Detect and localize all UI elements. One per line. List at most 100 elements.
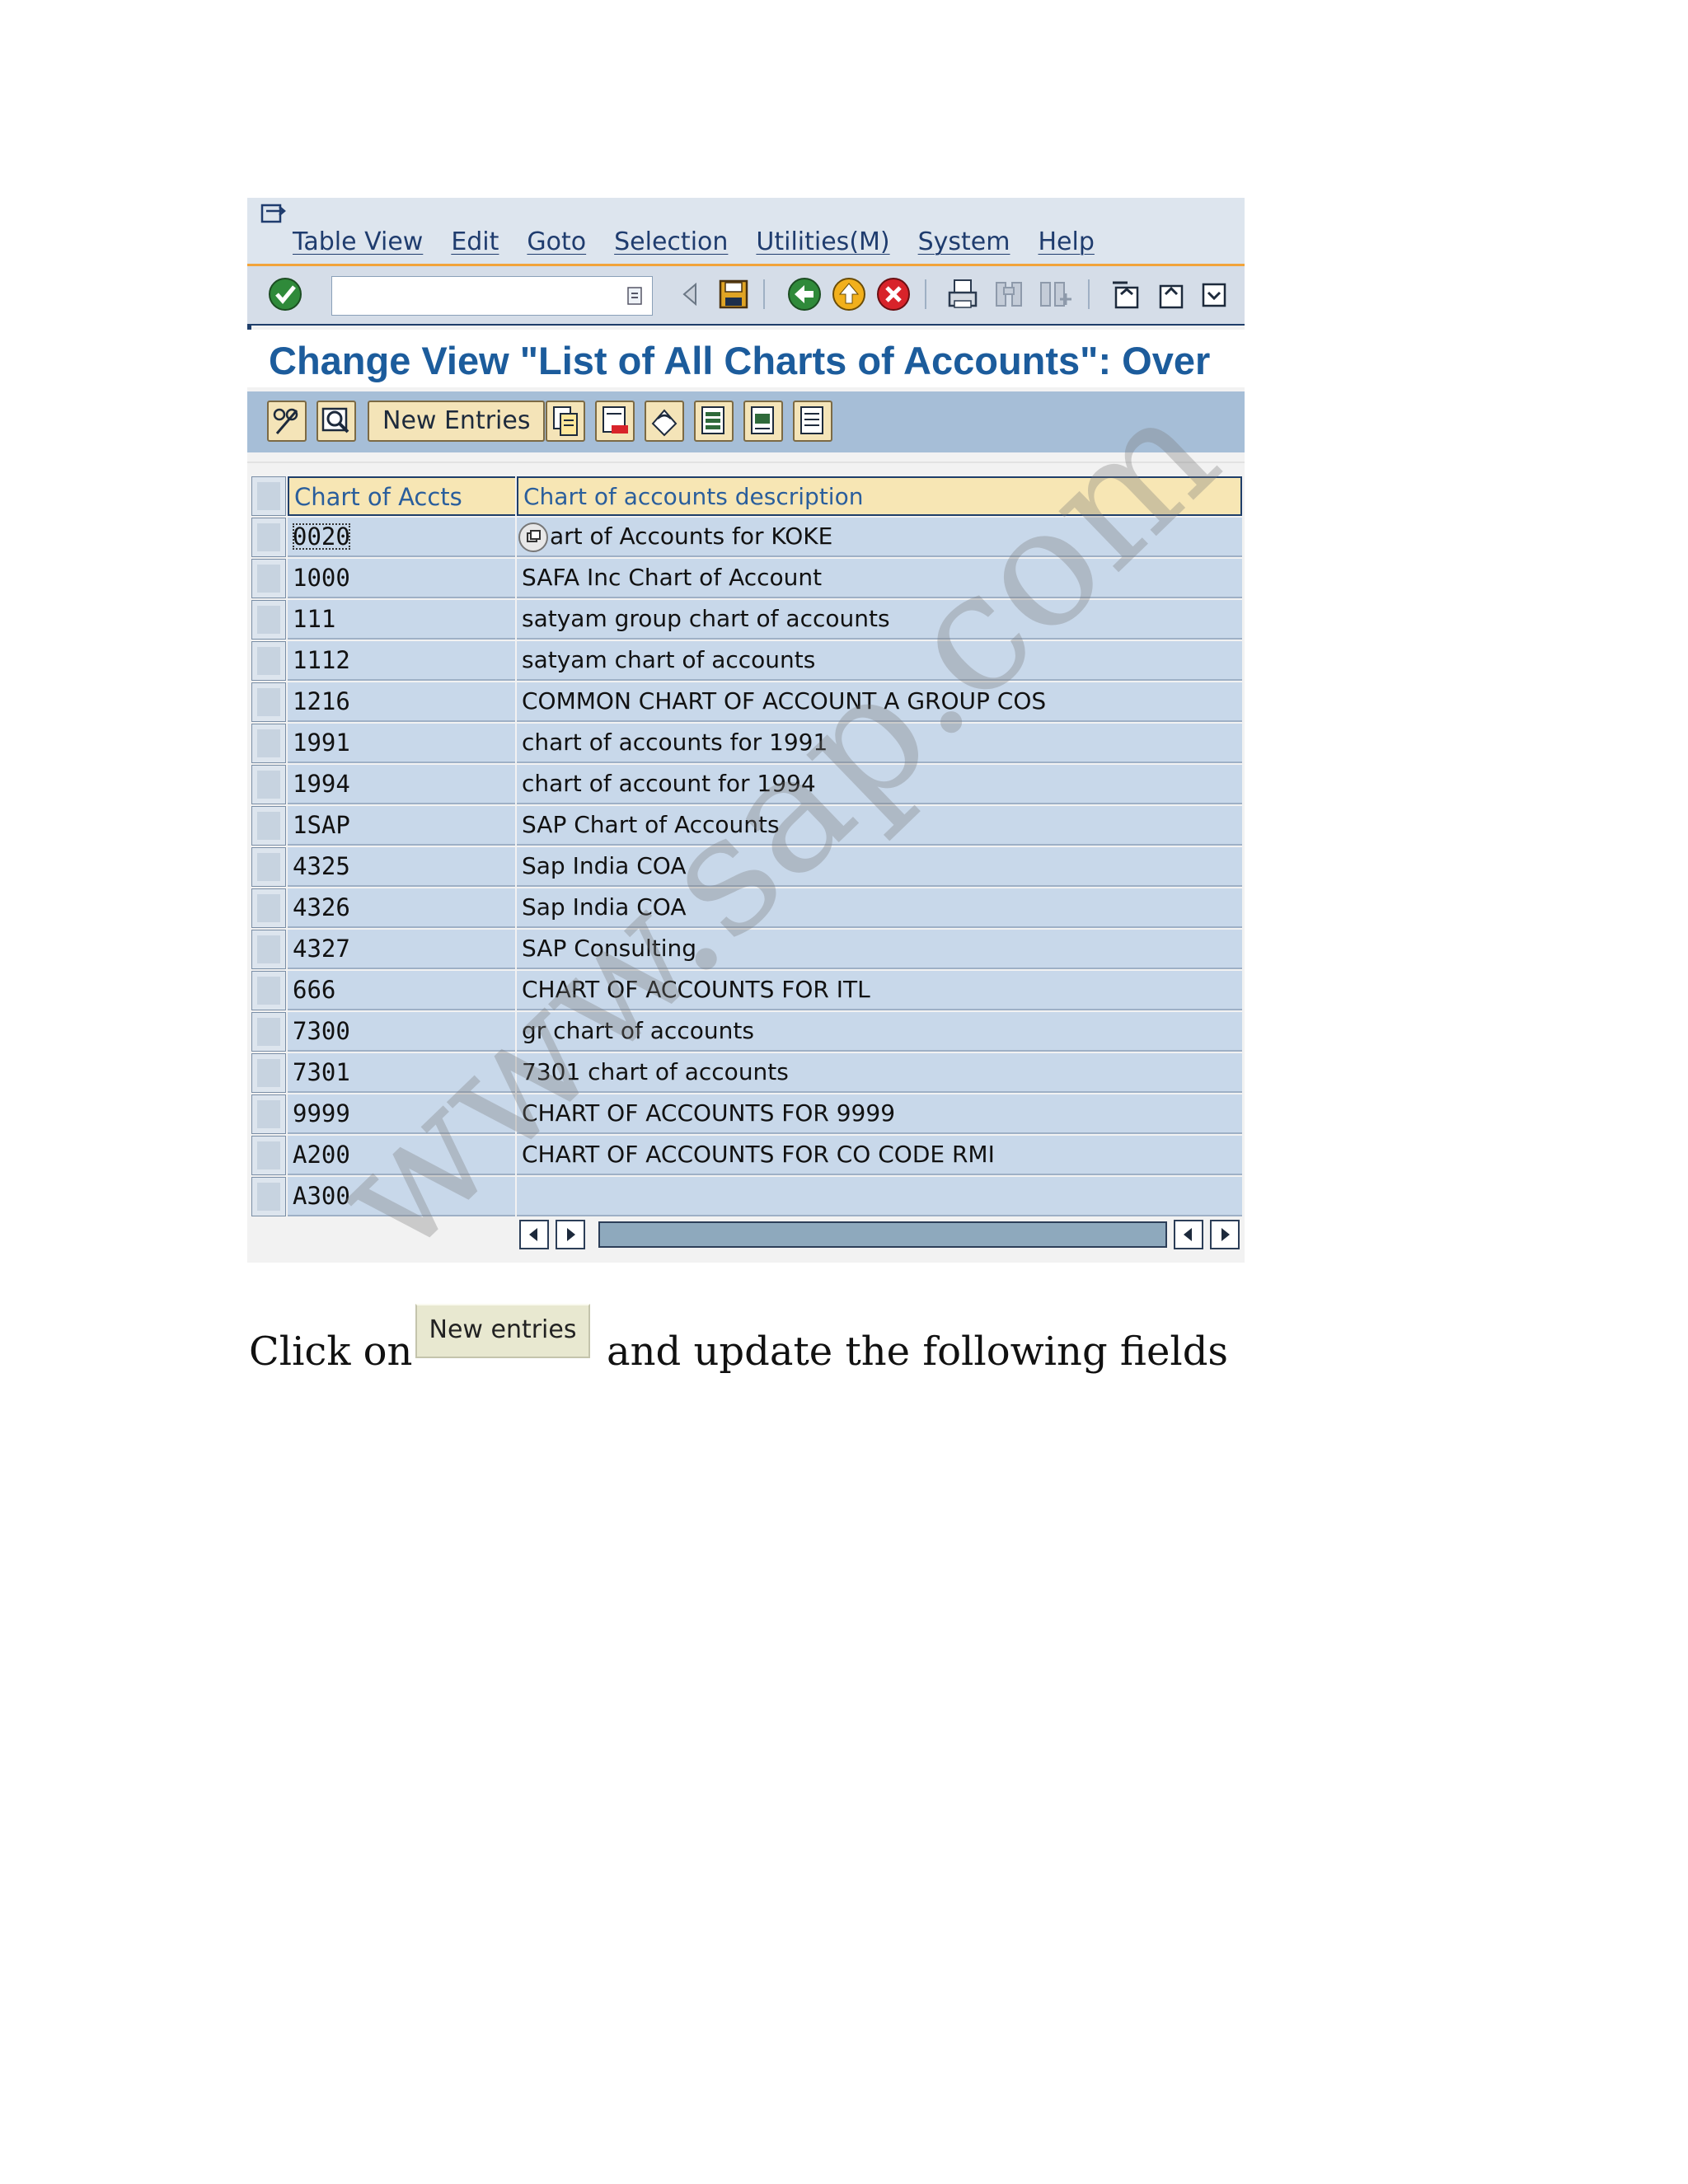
back-arrow-icon[interactable]: [673, 276, 709, 312]
cell-chart-of-accts[interactable]: 9999: [288, 1094, 515, 1134]
scroll-left-button-2[interactable]: [1174, 1220, 1203, 1249]
cell-chart-of-accts[interactable]: A300: [288, 1177, 515, 1216]
scroll-right-button-2[interactable]: [1210, 1220, 1240, 1249]
table-row[interactable]: 111 satyam group chart of accounts: [251, 600, 1242, 641]
row-selector[interactable]: [251, 765, 286, 804]
cell-chart-of-accts[interactable]: 1000: [288, 559, 515, 598]
cell-description[interactable]: Sap India COA: [517, 847, 1242, 887]
print-icon[interactable]: [945, 276, 981, 312]
row-selector[interactable]: [251, 1012, 286, 1052]
table-row[interactable]: 666 CHART OF ACCOUNTS FOR ITL: [251, 971, 1242, 1012]
find-icon[interactable]: [991, 276, 1027, 312]
dropdown-icon[interactable]: [627, 287, 642, 305]
select-block-button[interactable]: [743, 401, 783, 442]
cell-chart-of-accts[interactable]: 0020: [288, 518, 515, 557]
cell-description[interactable]: SAP Consulting: [517, 930, 1242, 969]
table-row[interactable]: 4327 SAP Consulting: [251, 930, 1242, 971]
row-selector[interactable]: [251, 971, 286, 1010]
cell-description[interactable]: chart of accounts for 1991: [517, 724, 1242, 763]
table-row[interactable]: 1000 SAFA Inc Chart of Account: [251, 559, 1242, 600]
cell-chart-of-accts[interactable]: 1991: [288, 724, 515, 763]
table-row[interactable]: 1112 satyam chart of accounts: [251, 641, 1242, 682]
display-change-button[interactable]: [267, 401, 307, 442]
save-icon[interactable]: [715, 276, 752, 312]
exit-icon[interactable]: [831, 276, 867, 312]
scroll-right-button[interactable]: [556, 1220, 585, 1249]
deselect-all-button[interactable]: [793, 401, 832, 442]
cell-chart-of-accts[interactable]: 1216: [288, 682, 515, 722]
table-row[interactable]: 4325 Sap India COA: [251, 847, 1242, 888]
table-row[interactable]: 7301 7301 chart of accounts: [251, 1053, 1242, 1094]
table-row[interactable]: 7300 gr chart of accounts: [251, 1012, 1242, 1053]
copy-as-button[interactable]: [546, 401, 585, 442]
command-field[interactable]: [331, 276, 653, 316]
cell-description[interactable]: gr chart of accounts: [517, 1012, 1242, 1052]
cell-description[interactable]: [517, 1177, 1242, 1216]
menu-selection[interactable]: Selection: [614, 227, 728, 256]
cell-chart-of-accts[interactable]: 4325: [288, 847, 515, 887]
cell-chart-of-accts[interactable]: 7301: [288, 1053, 515, 1093]
cell-chart-of-accts[interactable]: 1994: [288, 765, 515, 804]
cell-description[interactable]: art of Accounts for KOKE: [517, 518, 1242, 557]
cell-chart-of-accts[interactable]: 666: [288, 971, 515, 1010]
cell-description[interactable]: CHART OF ACCOUNTS FOR 9999: [517, 1094, 1242, 1134]
row-selector[interactable]: [251, 806, 286, 846]
system-menu-icon[interactable]: [260, 203, 288, 227]
table-row[interactable]: 1994 chart of account for 1994: [251, 765, 1242, 806]
previous-page-icon[interactable]: [1152, 276, 1189, 312]
cell-description[interactable]: COMMON CHART OF ACCOUNT A GROUP COS: [517, 682, 1242, 722]
row-selector[interactable]: [251, 888, 286, 928]
value-help-icon[interactable]: [518, 523, 548, 552]
row-selector[interactable]: [251, 1094, 286, 1134]
select-all-button[interactable]: [694, 401, 734, 442]
row-selector[interactable]: [251, 1136, 286, 1175]
row-selector[interactable]: [251, 930, 286, 969]
cell-chart-of-accts[interactable]: 7300: [288, 1012, 515, 1052]
row-selector[interactable]: [251, 682, 286, 722]
cell-description[interactable]: Sap India COA: [517, 888, 1242, 928]
menu-table-view[interactable]: Table View: [293, 227, 423, 256]
cell-description[interactable]: CHART OF ACCOUNTS FOR CO CODE RMI: [517, 1136, 1242, 1175]
menu-help[interactable]: Help: [1038, 227, 1094, 256]
cell-chart-of-accts[interactable]: 4327: [288, 930, 515, 969]
cell-description[interactable]: CHART OF ACCOUNTS FOR ITL: [517, 971, 1242, 1010]
cell-description[interactable]: satyam group chart of accounts: [517, 600, 1242, 640]
table-row[interactable]: 1216 COMMON CHART OF ACCOUNT A GROUP COS: [251, 682, 1242, 724]
table-row[interactable]: 1991 chart of accounts for 1991: [251, 724, 1242, 765]
row-selector[interactable]: [251, 1177, 286, 1216]
table-row[interactable]: 9999 CHART OF ACCOUNTS FOR 9999: [251, 1094, 1242, 1136]
row-selector[interactable]: [251, 600, 286, 640]
cell-description[interactable]: SAFA Inc Chart of Account: [517, 559, 1242, 598]
delete-button[interactable]: [595, 401, 635, 442]
cell-chart-of-accts[interactable]: 4326: [288, 888, 515, 928]
cell-description[interactable]: 7301 chart of accounts: [517, 1053, 1242, 1093]
menu-edit[interactable]: Edit: [451, 227, 499, 256]
table-row[interactable]: 1SAP SAP Chart of Accounts: [251, 806, 1242, 847]
horizontal-scrollbar[interactable]: [519, 1220, 1245, 1253]
row-selector[interactable]: [251, 641, 286, 681]
next-page-icon[interactable]: [1197, 276, 1233, 312]
cancel-icon[interactable]: [875, 276, 912, 312]
find-next-icon[interactable]: [1037, 276, 1073, 312]
row-selector[interactable]: [251, 559, 286, 598]
menu-goto[interactable]: Goto: [527, 227, 586, 256]
table-row[interactable]: A300: [251, 1177, 1242, 1218]
select-all-cell[interactable]: [251, 476, 286, 516]
menu-system[interactable]: System: [918, 227, 1010, 256]
scroll-left-button[interactable]: [519, 1220, 549, 1249]
green-back-icon[interactable]: [786, 276, 823, 312]
display-button[interactable]: [316, 401, 356, 442]
table-row[interactable]: 4326 Sap India COA: [251, 888, 1242, 930]
cell-chart-of-accts[interactable]: 1SAP: [288, 806, 515, 846]
row-selector[interactable]: [251, 847, 286, 887]
row-selector[interactable]: [251, 724, 286, 763]
scroll-track[interactable]: [598, 1221, 1167, 1248]
column-header-chart-of-accts[interactable]: Chart of Accts: [288, 476, 515, 516]
table-row[interactable]: A200 CHART OF ACCOUNTS FOR CO CODE RMI: [251, 1136, 1242, 1177]
new-entries-button[interactable]: New Entries: [368, 401, 546, 442]
enter-check-icon[interactable]: [267, 276, 303, 312]
cell-chart-of-accts[interactable]: 111: [288, 600, 515, 640]
cell-chart-of-accts[interactable]: A200: [288, 1136, 515, 1175]
cell-description[interactable]: SAP Chart of Accounts: [517, 806, 1242, 846]
cell-description[interactable]: chart of account for 1994: [517, 765, 1242, 804]
